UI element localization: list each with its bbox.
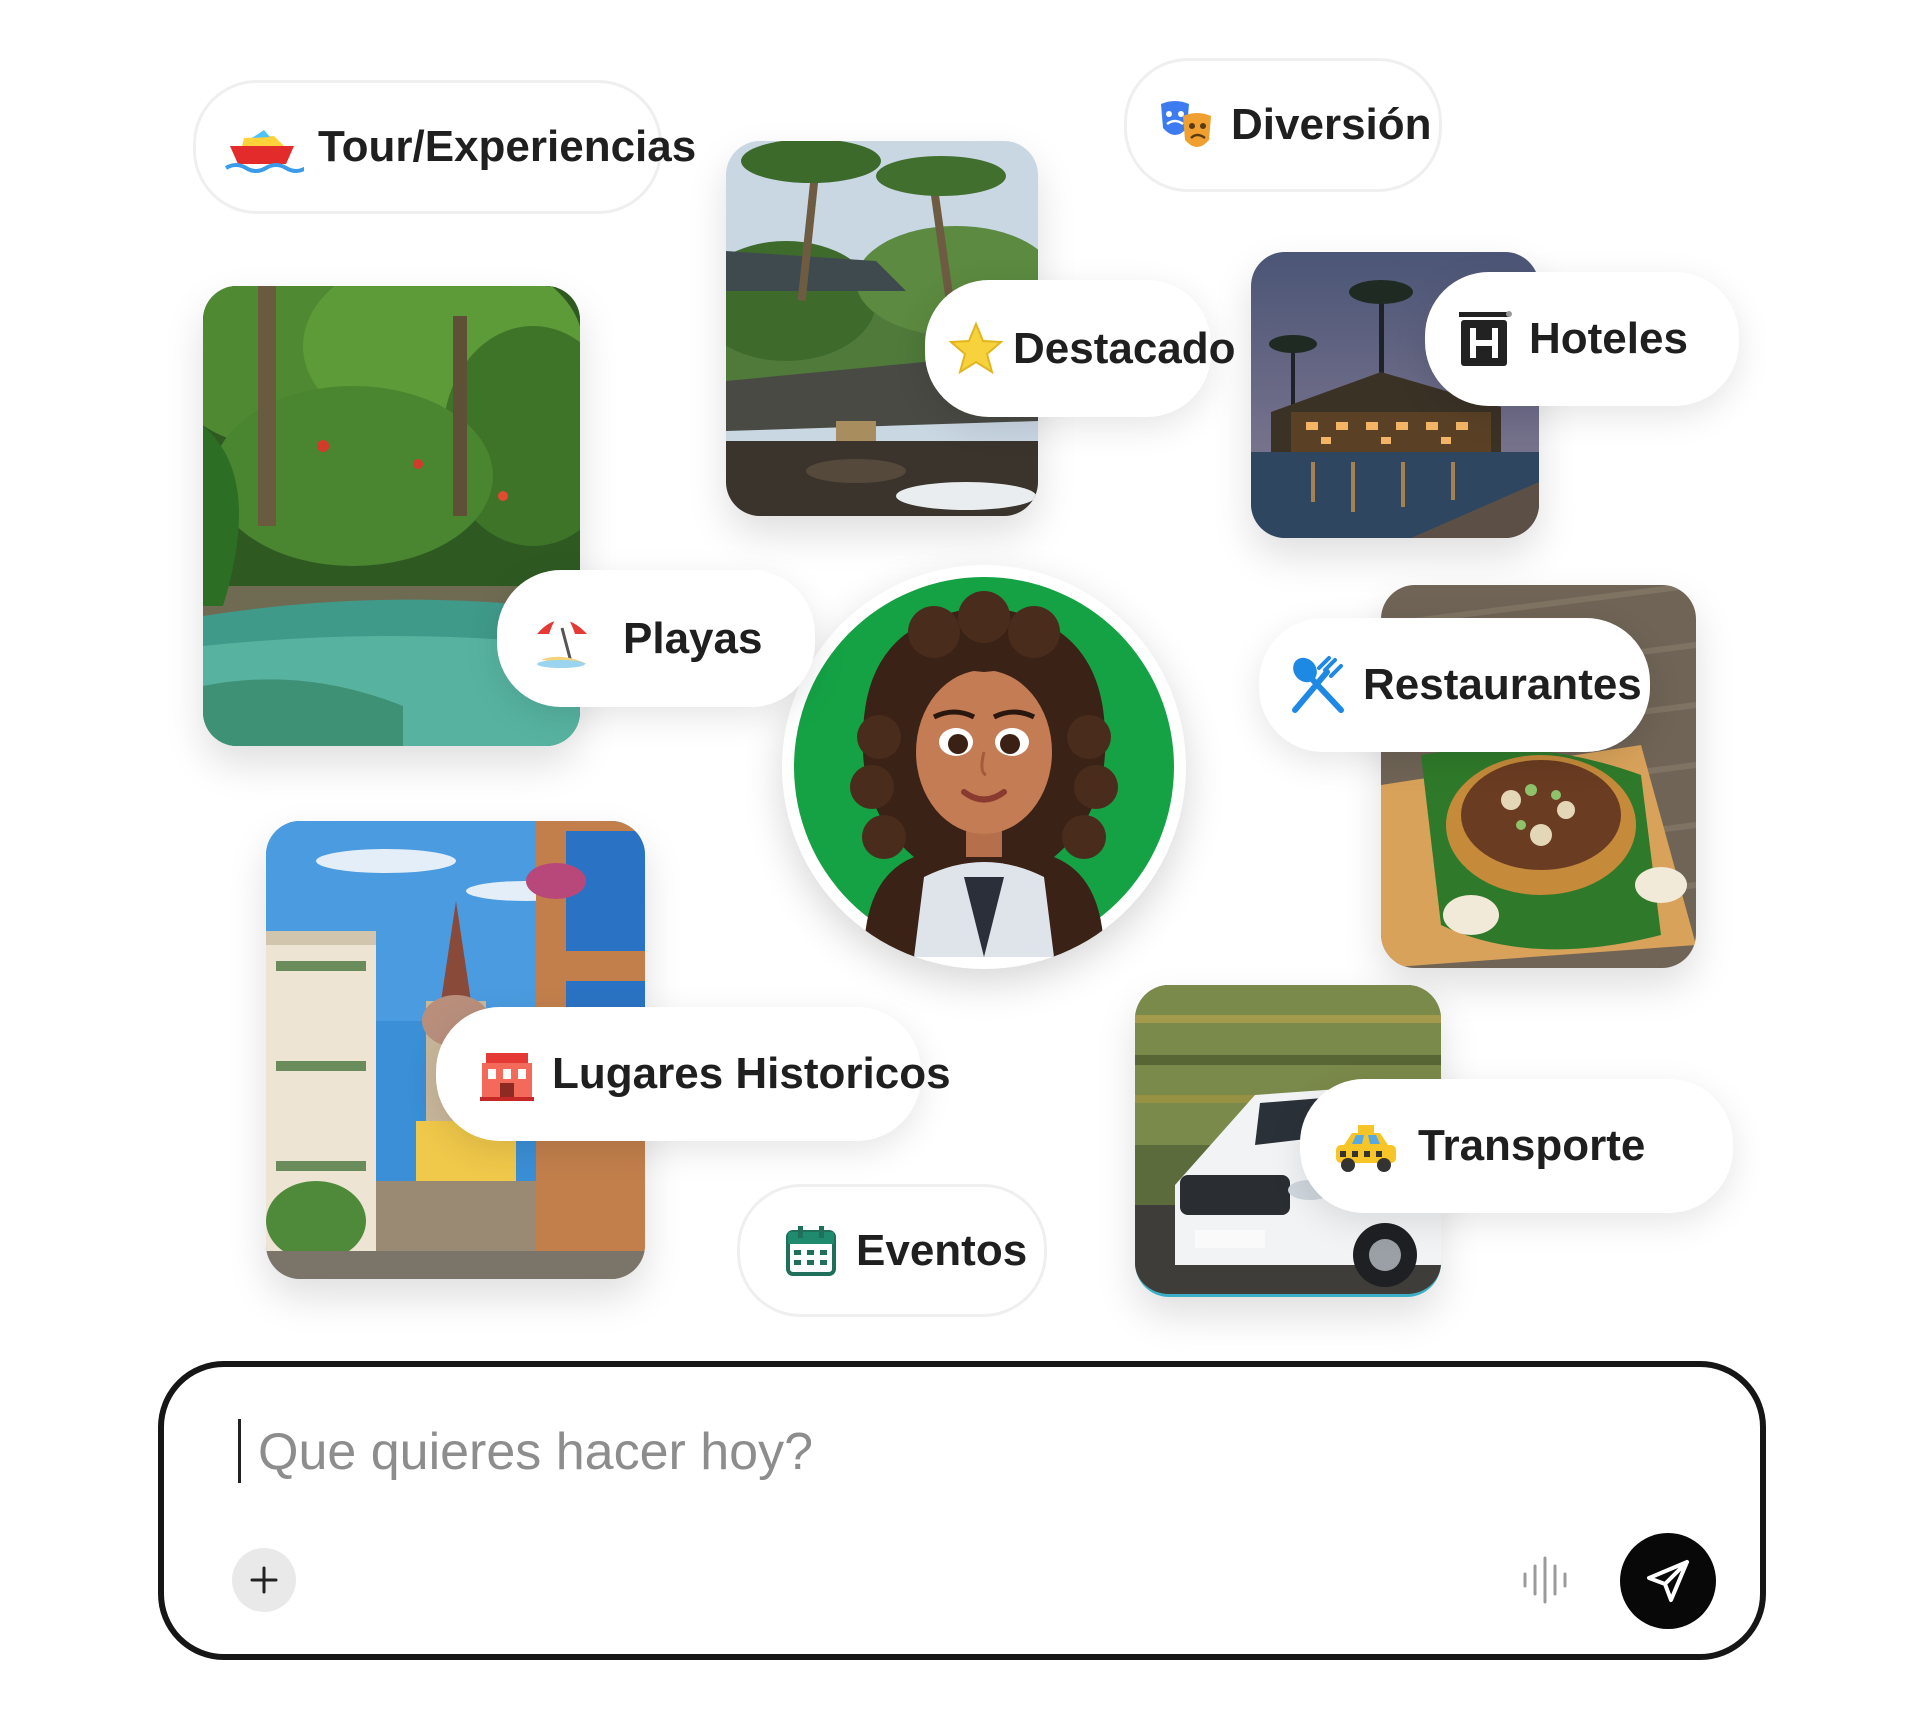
add-attachment-button[interactable] bbox=[232, 1548, 296, 1612]
theater-masks-icon bbox=[1155, 94, 1217, 156]
star-icon bbox=[945, 318, 1007, 380]
chip-tour-experiencias[interactable]: Tour/Experiencias bbox=[193, 80, 696, 214]
assistant-avatar[interactable] bbox=[782, 565, 1186, 969]
calendar-icon bbox=[780, 1220, 842, 1282]
chip-hoteles[interactable]: Hoteles bbox=[1425, 272, 1739, 406]
chip-label: Transporte bbox=[1418, 1121, 1646, 1170]
chip-transporte[interactable]: Transporte bbox=[1300, 1079, 1733, 1213]
chip-label: Restaurantes bbox=[1363, 660, 1642, 709]
chip-destacado[interactable]: Destacado bbox=[925, 280, 1236, 417]
chip-label: Lugares Historicos bbox=[552, 1049, 951, 1098]
chip-label: Destacado bbox=[1013, 323, 1236, 373]
text-cursor bbox=[238, 1419, 241, 1483]
chip-label: Tour/Experiencias bbox=[318, 122, 697, 171]
chip-lugares-historicos[interactable]: Lugares Historicos bbox=[436, 1007, 951, 1141]
speedboat-icon bbox=[224, 116, 304, 178]
paper-plane-icon bbox=[1647, 1560, 1689, 1602]
chip-label: Eventos bbox=[856, 1225, 1028, 1275]
voice-input-button[interactable] bbox=[1518, 1553, 1576, 1607]
audio-waveform-icon bbox=[1523, 1556, 1567, 1604]
beach-umbrella-icon bbox=[531, 608, 593, 670]
fork-spoon-icon bbox=[1287, 654, 1349, 716]
chat-input-box[interactable] bbox=[158, 1361, 1766, 1660]
chip-restaurantes[interactable]: Restaurantes bbox=[1259, 618, 1650, 752]
chip-label: Playas bbox=[623, 613, 763, 663]
historic-building-icon bbox=[476, 1043, 538, 1105]
chip-eventos[interactable]: Eventos bbox=[737, 1184, 1047, 1317]
send-button[interactable] bbox=[1620, 1533, 1716, 1629]
plus-icon bbox=[250, 1566, 278, 1594]
hotel-icon bbox=[1453, 308, 1515, 370]
chip-label: Diversión bbox=[1231, 100, 1432, 149]
chip-playas[interactable]: Playas bbox=[497, 570, 815, 707]
chip-diversion[interactable]: Diversión bbox=[1124, 58, 1442, 192]
chip-label: Hoteles bbox=[1529, 314, 1688, 363]
chat-prompt-input[interactable] bbox=[256, 1415, 1460, 1489]
avatar-illustration bbox=[794, 577, 1174, 957]
taxi-icon bbox=[1330, 1115, 1402, 1177]
